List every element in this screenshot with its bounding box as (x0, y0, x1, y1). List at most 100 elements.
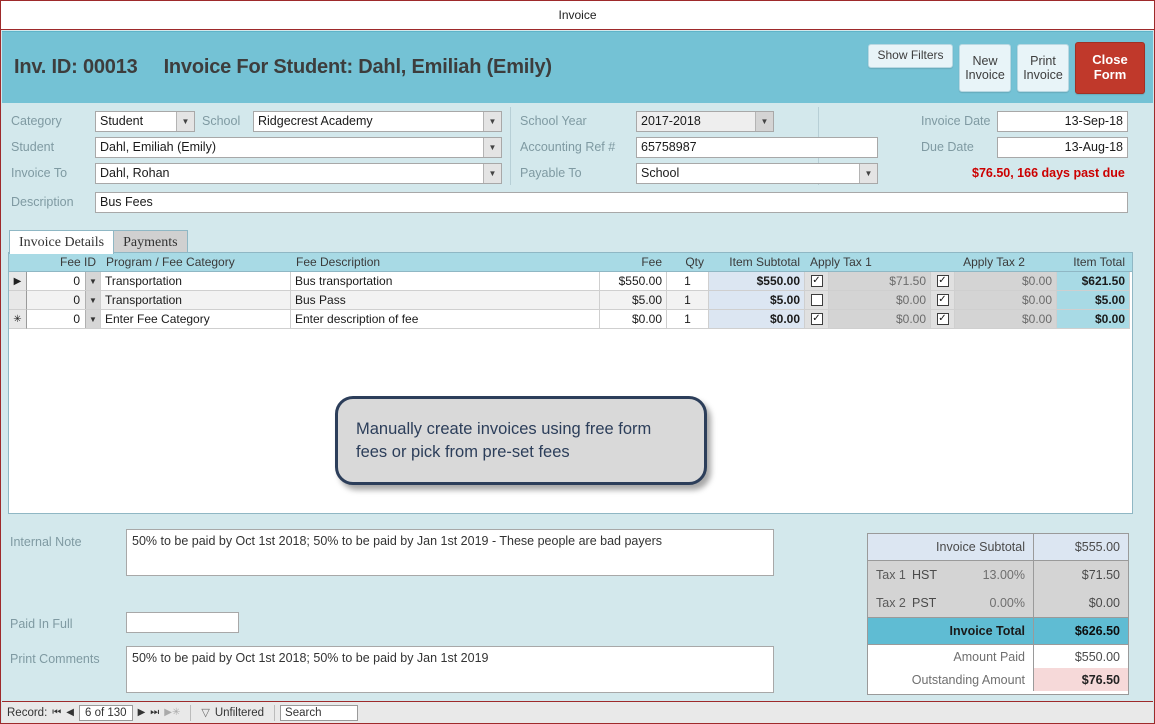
accounting-ref-input[interactable]: 65758987 (636, 137, 878, 158)
apply-tax-2-checkbox-cell[interactable]: ✓ (931, 310, 955, 329)
qty-cell[interactable]: 1 (667, 272, 709, 291)
invoice-to-combo[interactable]: Dahl, Rohan ▼ (95, 163, 502, 184)
print-invoice-button[interactable]: Print Invoice (1017, 44, 1069, 92)
student-combo[interactable]: Dahl, Emiliah (Emily) ▼ (95, 137, 502, 158)
fee-category-cell[interactable]: Transportation (101, 272, 291, 291)
apply-tax-2-checkbox-cell[interactable]: ✓ (931, 272, 955, 291)
form-divider-1 (510, 107, 511, 185)
due-date-input[interactable]: 13-Aug-18 (997, 137, 1128, 158)
table-row[interactable]: ✳ 0 ▼ Enter Fee Category Enter descripti… (9, 310, 1132, 329)
invoice-total-label: Invoice Total (949, 624, 1025, 638)
row-selector[interactable] (9, 291, 27, 310)
chevron-down-icon[interactable]: ▼ (859, 164, 877, 183)
record-position-input[interactable]: 6 of 130 (78, 704, 133, 721)
description-value: Bus Fees (100, 195, 153, 209)
tax-2-value: $0.00 (1033, 589, 1128, 617)
item-subtotal-cell: $0.00 (709, 310, 805, 329)
close-form-button[interactable]: Close Form (1075, 42, 1145, 94)
amount-paid-row: Amount Paid $550.00 (868, 645, 1128, 668)
row-selector-new-icon[interactable]: ✳ (9, 310, 27, 329)
chevron-down-icon[interactable]: ▼ (483, 112, 501, 131)
fee-category-cell[interactable]: Transportation (101, 291, 291, 310)
filter-status-group[interactable]: ▽ Unfiltered (196, 706, 269, 720)
checkbox-checked-icon[interactable]: ✓ (810, 275, 823, 287)
grid-header-row: Fee ID Program / Fee Category Fee Descri… (9, 253, 1132, 272)
payable-to-value: School (641, 166, 680, 180)
description-input[interactable]: Bus Fees (95, 192, 1128, 213)
divider (190, 704, 192, 721)
next-record-icon[interactable]: ▶ (138, 707, 146, 718)
table-row[interactable]: ▶ 0 ▼ Transportation Bus transportation … (9, 272, 1132, 291)
fee-id-cell[interactable]: 0 ▼ (27, 272, 101, 291)
checkbox-checked-icon[interactable]: ✓ (936, 294, 949, 306)
invoice-to-value: Dahl, Rohan (100, 166, 170, 180)
grid-col-item-total: Item Total (1073, 255, 1125, 269)
category-label: Category (11, 114, 62, 128)
internal-note-textarea[interactable]: 50% to be paid by Oct 1st 2018; 50% to b… (126, 529, 774, 576)
row-selector-current-icon[interactable]: ▶ (9, 272, 27, 291)
fee-category-cell[interactable]: Enter Fee Category (101, 310, 291, 329)
chevron-down-icon[interactable]: ▼ (483, 164, 501, 183)
tab-payments[interactable]: Payments (113, 230, 188, 254)
fee-id-cell[interactable]: 0 ▼ (27, 310, 101, 329)
invoice-to-label: Invoice To (11, 166, 68, 180)
apply-tax-1-checkbox-cell[interactable]: ✓ (805, 310, 829, 329)
payable-to-combo[interactable]: School ▼ (636, 163, 878, 184)
tax-2-amount-cell: $0.00 (955, 272, 1057, 291)
school-year-combo[interactable]: 2017-2018 ▼ (636, 111, 774, 132)
apply-tax-1-checkbox-cell[interactable] (805, 291, 829, 310)
tax-1-value: $71.50 (1033, 561, 1128, 589)
fee-amount-cell[interactable]: $0.00 (600, 310, 667, 329)
invoice-subtotal-row: Invoice Subtotal $555.00 (868, 534, 1128, 560)
checkbox-checked-icon[interactable]: ✓ (936, 313, 949, 325)
outstanding-amount-value: $76.50 (1033, 668, 1128, 691)
previous-record-icon[interactable]: ◀ (66, 707, 74, 718)
paid-in-full-input[interactable] (126, 612, 239, 633)
print-comments-textarea[interactable]: 50% to be paid by Oct 1st 2018; 50% to b… (126, 646, 774, 693)
tax-1-amount-cell: $0.00 (829, 291, 931, 310)
fee-description-cell[interactable]: Bus Pass (291, 291, 600, 310)
apply-tax-1-checkbox-cell[interactable]: ✓ (805, 272, 829, 291)
new-invoice-button[interactable]: New Invoice (959, 44, 1011, 92)
tax-2-name: PST (912, 596, 937, 610)
chevron-down-icon[interactable]: ▼ (176, 112, 194, 131)
category-combo[interactable]: Student ▼ (95, 111, 195, 132)
checkbox-unchecked-icon[interactable] (810, 294, 823, 306)
category-value: Student (100, 114, 144, 128)
fee-amount-cell[interactable]: $550.00 (600, 272, 667, 291)
fee-amount-cell[interactable]: $5.00 (600, 291, 667, 310)
grid-col-apply-tax-2: Apply Tax 2 (963, 255, 1025, 269)
apply-tax-2-checkbox-cell[interactable]: ✓ (931, 291, 955, 310)
tax-1-label: Tax 1 (876, 568, 906, 582)
tab-invoice-details[interactable]: Invoice Details (9, 230, 115, 254)
chevron-down-icon[interactable]: ▼ (85, 272, 100, 290)
qty-cell[interactable]: 1 (667, 310, 709, 329)
chevron-down-icon[interactable]: ▼ (85, 291, 100, 309)
fee-id-cell[interactable]: 0 ▼ (27, 291, 101, 310)
grid-col-item-subtotal: Item Subtotal (729, 255, 800, 269)
fee-description-cell[interactable]: Bus transportation (291, 272, 600, 291)
accounting-ref-value: 65758987 (641, 140, 697, 154)
new-record-icon[interactable]: ▶✳ (164, 707, 180, 718)
last-record-icon[interactable]: ⏭ (150, 707, 159, 718)
record-navigation-bar: Record: ⏮ ◀ 6 of 130 ▶ ⏭ ▶✳ ▽ Unfiltered… (2, 701, 1153, 723)
table-row[interactable]: 0 ▼ Transportation Bus Pass $5.00 1 $5.0… (9, 291, 1132, 310)
fee-description-cell[interactable]: Enter description of fee (291, 310, 600, 329)
checkbox-checked-icon[interactable]: ✓ (936, 275, 949, 287)
internal-note-value: 50% to be paid by Oct 1st 2018; 50% to b… (132, 534, 662, 548)
chevron-down-icon[interactable]: ▼ (85, 310, 100, 328)
invoice-id-label: Inv. ID: 00013 (14, 56, 138, 78)
chevron-down-icon[interactable]: ▼ (755, 112, 773, 131)
search-input[interactable]: Search (280, 704, 359, 721)
invoice-date-input[interactable]: 13-Sep-18 (997, 111, 1128, 132)
tax-2-amount-cell: $0.00 (955, 291, 1057, 310)
school-combo[interactable]: Ridgecrest Academy ▼ (253, 111, 502, 132)
description-row: Description Bus Fees (2, 191, 1153, 217)
qty-cell[interactable]: 1 (667, 291, 709, 310)
invoice-date-value: 13-Sep-18 (1064, 114, 1123, 128)
show-filters-button[interactable]: Show Filters (868, 44, 953, 68)
checkbox-checked-icon[interactable]: ✓ (810, 313, 823, 325)
first-record-icon[interactable]: ⏮ (52, 707, 61, 718)
filter-status-label: Unfiltered (214, 706, 265, 719)
chevron-down-icon[interactable]: ▼ (483, 138, 501, 157)
